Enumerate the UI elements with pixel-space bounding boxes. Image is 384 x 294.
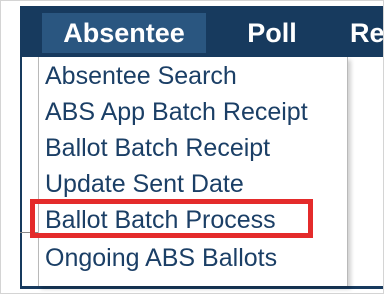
menu-item-ongoing-abs-ballots[interactable]: Ongoing ABS Ballots xyxy=(45,240,277,276)
top-navbar: Absentee Poll Re xyxy=(20,6,383,57)
absentee-dropdown-menu: Absentee Search ABS App Batch Receipt Ba… xyxy=(38,57,348,286)
menu-item-abs-app-batch-receipt[interactable]: ABS App Batch Receipt xyxy=(45,94,308,130)
nav-tab-absentee[interactable]: Absentee xyxy=(42,13,206,53)
menu-item-ballot-batch-process[interactable]: Ballot Batch Process xyxy=(45,202,276,238)
page-left-border xyxy=(20,57,22,289)
menu-item-update-sent-date[interactable]: Update Sent Date xyxy=(45,166,244,202)
nav-tab-poll[interactable]: Poll xyxy=(232,13,312,53)
page-divider xyxy=(20,232,38,233)
menu-item-absentee-search[interactable]: Absentee Search xyxy=(45,58,237,94)
page-bottom-border xyxy=(20,286,383,289)
menu-item-ballot-batch-receipt[interactable]: Ballot Batch Receipt xyxy=(45,130,270,166)
screenshot-frame: Absentee Poll Re Absentee Search ABS App… xyxy=(0,0,384,294)
nav-tab-re[interactable]: Re xyxy=(350,13,383,53)
